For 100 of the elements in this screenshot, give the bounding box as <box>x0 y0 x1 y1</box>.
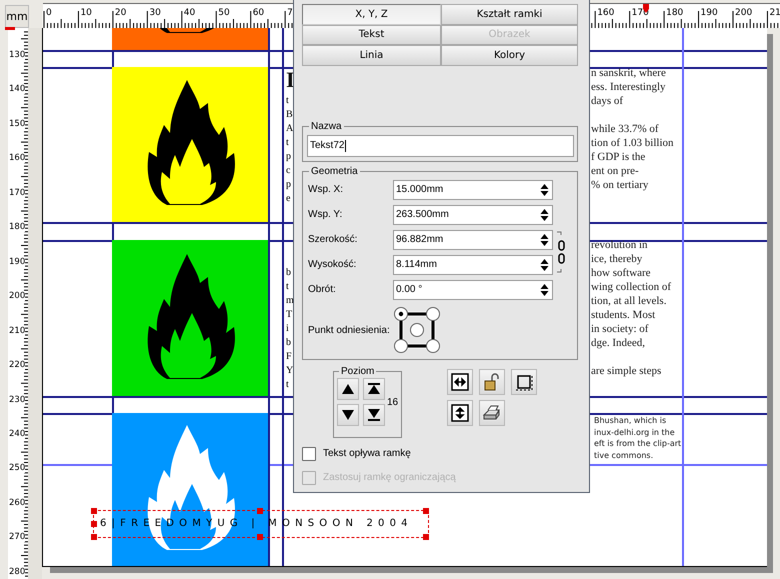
ruler-label: 270 <box>9 532 26 542</box>
chain-link-icon[interactable] <box>556 231 566 273</box>
drop-cap: I <box>286 68 295 92</box>
tab-button[interactable]: Kolory <box>441 45 578 66</box>
text-fragment: F <box>286 351 292 362</box>
ruler-label: 10 <box>80 8 92 18</box>
level-button[interactable] <box>337 404 359 426</box>
text-line: Bhushan, which is <box>594 415 666 426</box>
text-fragment: t <box>286 281 289 292</box>
resize-handle[interactable] <box>423 508 429 514</box>
checkbox[interactable] <box>302 446 316 460</box>
level-button[interactable] <box>363 404 385 426</box>
spin-arrows-icon[interactable] <box>540 232 549 246</box>
printer-icon <box>482 404 502 422</box>
text-fragment: t <box>286 137 289 148</box>
text-line: while 33.7% of <box>591 122 659 136</box>
text-line: inux-delhi.org in the <box>594 426 675 438</box>
text-fragment: b <box>286 337 291 348</box>
unit-button[interactable]: mm <box>5 5 29 28</box>
ruler-label: 150 <box>9 118 26 129</box>
ruler-label: 230 <box>9 394 26 404</box>
resize-handle[interactable] <box>91 508 97 514</box>
ruler-label: 260 <box>9 498 26 508</box>
tool-button[interactable] <box>447 400 474 426</box>
dashed-frame-icon <box>515 372 534 390</box>
group-title: Nazwa <box>310 120 343 132</box>
text-line: tion, at all levels. <box>591 294 666 308</box>
text-fragment: i <box>286 323 289 334</box>
padlock-icon <box>483 372 502 390</box>
spin-arrows-icon[interactable] <box>540 282 549 296</box>
tool-button[interactable] <box>447 368 474 394</box>
ruler-label: 7 <box>287 8 293 18</box>
field-label: Punkt odniesienia: <box>307 325 390 336</box>
text-fragment: c <box>286 165 290 176</box>
ruler-label: 200 <box>9 291 26 302</box>
text-fragment: m <box>286 295 294 306</box>
ruler-label: 50 <box>218 8 230 18</box>
text-line: f GDP is the <box>591 150 646 164</box>
up-arrow-icon <box>367 382 381 396</box>
text-line: students. Most <box>591 308 656 322</box>
field-label: Wysokość: <box>307 259 356 270</box>
ruler-label: 220 <box>9 360 26 370</box>
tool-button[interactable] <box>479 368 506 394</box>
text-fragment: t <box>286 95 289 106</box>
spin-field[interactable]: 8.114mm <box>393 254 553 274</box>
ruler-label: 60 <box>252 8 264 18</box>
text-line: days of <box>591 94 624 108</box>
text-line: revolution in <box>591 238 648 252</box>
ruler-label: 160 <box>9 153 26 164</box>
ruler-label: 180 <box>666 8 684 18</box>
ruler-label: 30 <box>149 8 161 18</box>
spin-arrows-icon[interactable] <box>540 258 549 272</box>
ruler-label: 170 <box>9 188 26 198</box>
tab-button[interactable]: Linia <box>302 45 441 66</box>
text-fragment: p <box>286 151 291 162</box>
position-marker-icon <box>5 27 15 30</box>
text-fragment: B <box>286 109 293 120</box>
ruler-label: 180 <box>9 222 26 232</box>
tool-button[interactable] <box>511 368 538 394</box>
reference-point-selector[interactable] <box>393 306 442 355</box>
level-number: 16 <box>387 397 398 408</box>
radio-button[interactable] <box>394 307 408 321</box>
radio-button[interactable] <box>426 307 440 321</box>
spin-field[interactable]: 96.882mm <box>393 230 553 250</box>
resize-handle[interactable] <box>423 534 429 540</box>
radio-button[interactable] <box>410 323 424 337</box>
text-line: eft is from the clip-art <box>594 438 682 450</box>
text-line: how software <box>591 266 651 280</box>
text-fragment: e <box>286 193 290 204</box>
resize-handle[interactable] <box>257 508 263 514</box>
spin-field[interactable]: 0.00 ° <box>393 280 553 300</box>
spin-arrows-icon[interactable] <box>540 182 549 196</box>
checkbox-label: Tekst opływa ramkę <box>323 448 411 459</box>
group-title: Geometria <box>310 166 359 178</box>
radio-button[interactable] <box>394 339 408 353</box>
radio-button[interactable] <box>426 339 440 353</box>
tab-button[interactable]: Tekst <box>302 24 441 45</box>
spin-field[interactable]: 263.500mm <box>393 204 553 224</box>
spin-arrows-icon[interactable] <box>540 208 549 222</box>
spin-field[interactable]: 15.000mm <box>393 180 553 200</box>
name-field[interactable]: Tekst72 <box>307 134 574 156</box>
ruler-label: 0 <box>46 8 52 18</box>
field-label: Wsp. Y: <box>307 209 342 220</box>
ruler-label: 21 <box>769 8 780 18</box>
level-button[interactable] <box>363 378 385 400</box>
tab-button[interactable]: Kształt ramki <box>441 4 578 24</box>
text-fragment: b <box>286 267 291 278</box>
text-line: are simple steps <box>591 364 662 378</box>
ruler-label: 190 <box>9 256 26 267</box>
resize-handle[interactable] <box>91 521 97 527</box>
tool-button[interactable] <box>479 400 506 426</box>
tab-button[interactable]: X, Y, Z <box>302 4 441 24</box>
text-line: n sanskrit, where <box>591 66 666 80</box>
ruler-label: 140 <box>9 84 26 94</box>
resize-handle[interactable] <box>257 534 263 540</box>
level-button[interactable] <box>337 378 359 400</box>
resize-handle[interactable] <box>91 534 97 540</box>
ruler-label: 240 <box>9 428 26 439</box>
ruler-label: 160 <box>597 8 614 18</box>
ruler-label: 40 <box>184 8 196 18</box>
